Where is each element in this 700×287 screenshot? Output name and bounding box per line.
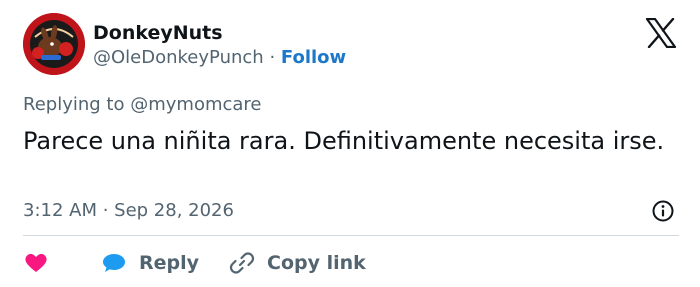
donkey-avatar-icon [23, 13, 85, 75]
replying-to: Replying to @mymomcare [23, 93, 262, 117]
like-button[interactable] [23, 251, 101, 275]
replying-prefix: Replying to [23, 94, 125, 115]
avatar[interactable] [23, 13, 85, 75]
separator-dot: · [269, 47, 276, 68]
follow-button[interactable]: Follow [281, 47, 346, 68]
divider [23, 235, 679, 236]
heart-icon [25, 254, 47, 272]
link-icon [229, 252, 255, 274]
tweet-timestamp[interactable]: 3:12 AM · Sep 28, 2026 [23, 199, 234, 223]
reply-button[interactable]: Reply [101, 251, 229, 275]
copy-link-label: Copy link [267, 252, 366, 274]
x-logo-icon[interactable] [645, 18, 677, 48]
info-icon[interactable] [651, 199, 675, 223]
copy-link-button[interactable]: Copy link [229, 250, 366, 276]
tweet-text: Parece una niñita rara. Definitivamente … [23, 127, 665, 155]
author-display-name[interactable]: DonkeyNuts [93, 21, 223, 45]
reply-bubble-icon [103, 254, 125, 272]
action-bar: Reply Copy link [23, 248, 366, 278]
reply-label: Reply [139, 252, 200, 274]
author-handle-row: @OleDonkeyPunch · Follow [93, 46, 346, 70]
replying-mention-link[interactable]: @mymomcare [130, 94, 261, 115]
author-handle[interactable]: @OleDonkeyPunch [93, 47, 264, 68]
